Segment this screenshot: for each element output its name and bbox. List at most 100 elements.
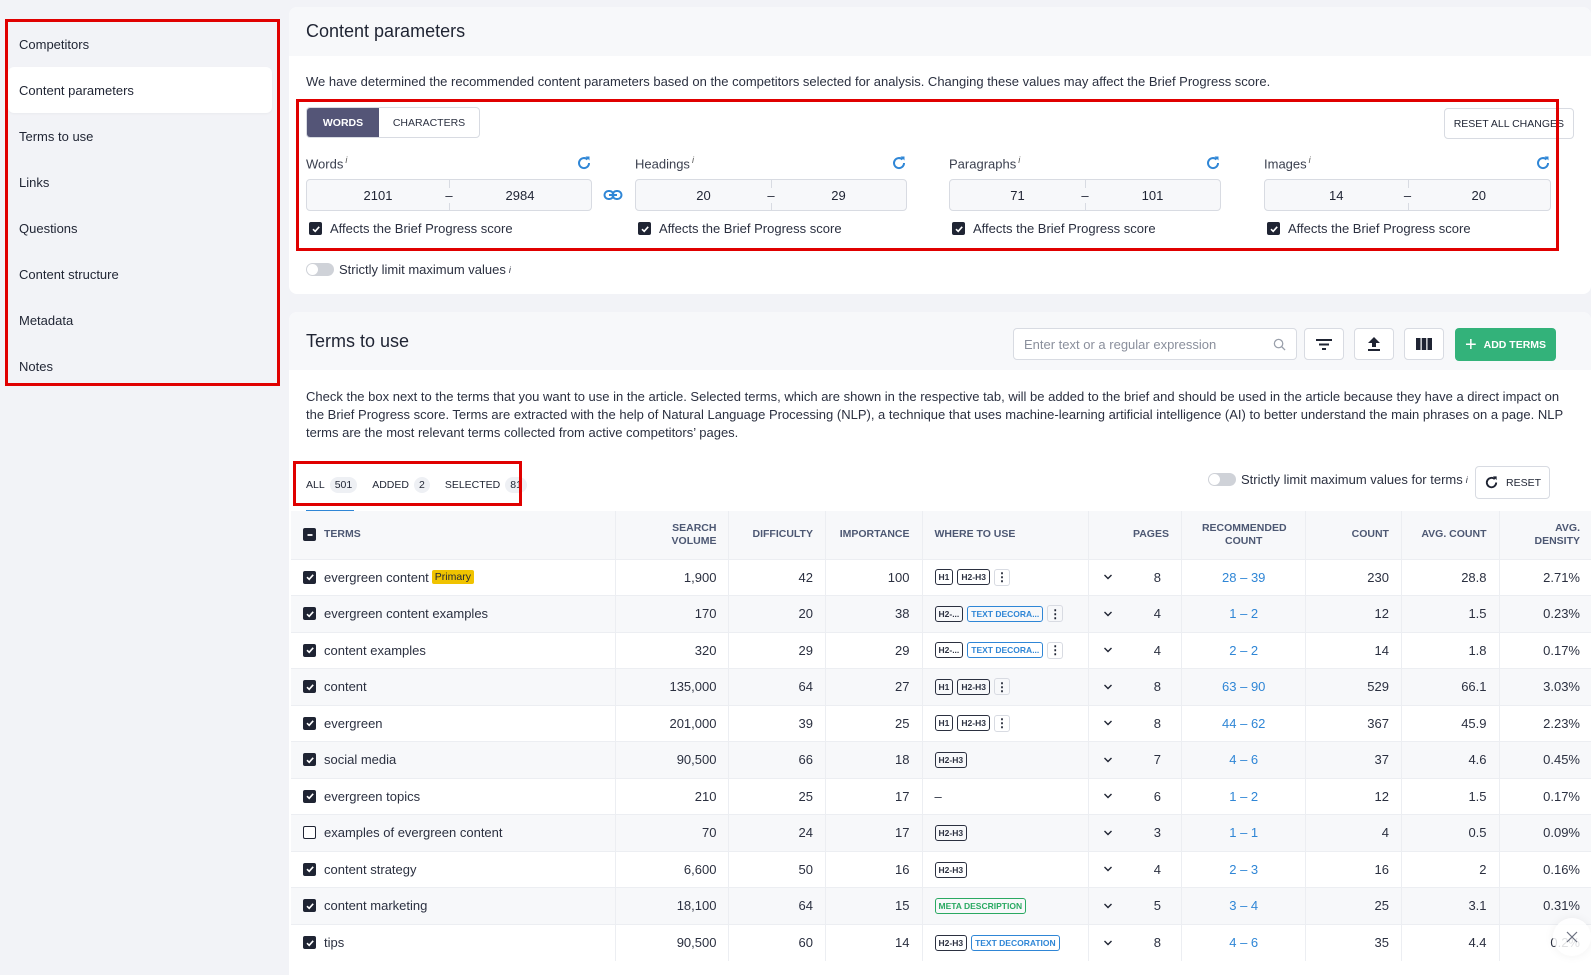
export-button[interactable] — [1354, 328, 1394, 360]
term-checkbox[interactable] — [303, 899, 316, 913]
column-header-count[interactable]: COUNT — [1305, 511, 1402, 559]
recommended-count-link[interactable]: 2 – 3 — [1229, 862, 1258, 877]
term-checkbox[interactable] — [303, 789, 316, 803]
sidebar-item-metadata[interactable]: Metadata — [8, 297, 272, 343]
tab-selected[interactable]: SELECTED 81 — [445, 477, 527, 493]
refresh-icon[interactable] — [1535, 155, 1551, 171]
column-header-importance[interactable]: IMPORTANCE — [825, 511, 923, 559]
term-checkbox[interactable] — [303, 753, 316, 767]
range-max-input[interactable]: 101 — [1085, 188, 1220, 203]
chevron-down-icon[interactable] — [1103, 940, 1113, 946]
chevron-down-icon[interactable] — [1103, 684, 1113, 690]
column-header-pages[interactable]: PAGES — [1088, 511, 1182, 559]
term-checkbox[interactable] — [303, 716, 316, 730]
range-min-input[interactable]: 20 — [636, 188, 771, 203]
recommended-count-link[interactable]: 2 – 2 — [1229, 643, 1258, 658]
reset-all-changes-button[interactable]: RESET ALL CHANGES — [1443, 108, 1574, 139]
more-options-icon[interactable]: ⋮ — [993, 568, 1010, 586]
sidebar-item-notes[interactable]: Notes — [8, 343, 272, 389]
column-header-where-to-use[interactable]: WHERE TO USE — [922, 511, 1089, 559]
range-min-input[interactable]: 14 — [1265, 188, 1408, 203]
recommended-count-link[interactable]: 44 – 62 — [1222, 716, 1265, 731]
strict-limit-toggle[interactable] — [306, 263, 334, 276]
info-icon[interactable]: i — [345, 155, 347, 165]
characters-mode-button[interactable]: CHARACTERS — [379, 108, 479, 137]
more-options-icon[interactable]: ⋮ — [1047, 605, 1064, 623]
sidebar-item-content-structure[interactable]: Content structure — [8, 251, 272, 297]
terms-search-input[interactable] — [1024, 336, 1273, 352]
column-header-recommended-count[interactable]: RECOMMENDED COUNT — [1181, 511, 1307, 559]
chevron-down-icon[interactable] — [1103, 647, 1113, 653]
sidebar-item-content-parameters[interactable]: Content parameters — [8, 67, 272, 113]
term-checkbox[interactable] — [303, 826, 316, 840]
term-checkbox[interactable] — [303, 862, 316, 876]
range-max-input[interactable]: 20 — [1408, 188, 1551, 203]
chevron-down-icon[interactable] — [1103, 903, 1113, 909]
recommended-count-link[interactable]: 4 – 6 — [1229, 752, 1258, 767]
recommended-count-link[interactable]: 63 – 90 — [1222, 679, 1265, 694]
term-checkbox[interactable] — [303, 570, 316, 584]
more-options-icon[interactable]: ⋮ — [993, 714, 1010, 732]
term-checkbox[interactable] — [303, 607, 316, 621]
chevron-down-icon[interactable] — [1103, 611, 1113, 617]
add-terms-button[interactable]: + ADD TERMS — [1455, 328, 1556, 361]
column-header-search-volume[interactable]: SEARCH VOLUME — [615, 511, 730, 559]
search-volume-cell: 18,100 — [615, 887, 730, 924]
sidebar-item-links[interactable]: Links — [8, 159, 272, 205]
column-header-avg-count[interactable]: AVG. COUNT — [1401, 511, 1500, 559]
recommended-count-link[interactable]: 1 – 2 — [1229, 606, 1258, 621]
reset-terms-button[interactable]: RESET — [1475, 466, 1550, 499]
refresh-icon[interactable] — [1205, 155, 1221, 171]
tab-all[interactable]: ALL 501 — [306, 477, 358, 493]
info-icon[interactable]: i — [509, 265, 511, 275]
words-mode-button[interactable]: WORDS — [307, 108, 379, 137]
term-checkbox[interactable] — [303, 643, 316, 657]
link-ranges-icon[interactable] — [603, 188, 623, 202]
refresh-icon[interactable] — [891, 155, 907, 171]
refresh-icon[interactable] — [576, 155, 592, 171]
affects-score-checkbox[interactable] — [1267, 222, 1280, 235]
strict-terms-toggle[interactable] — [1208, 473, 1236, 486]
affects-score-checkbox[interactable] — [309, 222, 322, 235]
range-max-input[interactable]: 2984 — [449, 188, 591, 203]
chevron-down-icon[interactable] — [1103, 793, 1113, 799]
sidebar-item-competitors[interactable]: Competitors — [8, 21, 272, 67]
affects-score-checkbox[interactable] — [952, 222, 965, 235]
column-header-terms[interactable]: TERMS — [291, 511, 617, 559]
content-parameters-description: We have determined the recommended conte… — [306, 74, 1271, 89]
filter-button[interactable] — [1304, 328, 1344, 360]
terms-search-field[interactable] — [1013, 328, 1297, 360]
column-header-difficulty[interactable]: DIFFICULTY — [728, 511, 826, 559]
affects-score-checkbox[interactable] — [638, 222, 651, 235]
info-icon[interactable]: i — [692, 155, 694, 165]
recommended-count-link[interactable]: 1 – 2 — [1229, 789, 1258, 804]
info-icon[interactable]: i — [1309, 155, 1311, 165]
range-min-input[interactable]: 71 — [950, 188, 1085, 203]
recommended-count-link[interactable]: 4 – 6 — [1229, 935, 1258, 950]
recommended-count-link[interactable]: 1 – 1 — [1229, 825, 1258, 840]
difficulty-cell: 25 — [728, 777, 826, 815]
term-checkbox[interactable] — [303, 936, 316, 949]
more-options-icon[interactable]: ⋮ — [993, 678, 1010, 696]
close-float-button[interactable] — [1553, 918, 1591, 956]
chevron-down-icon[interactable] — [1103, 866, 1113, 872]
tab-added[interactable]: ADDED 2 — [372, 477, 430, 493]
where-to-use-cell: H2-H3 — [922, 814, 1089, 851]
sidebar-item-questions[interactable]: Questions — [8, 205, 272, 251]
term-checkbox[interactable] — [303, 680, 316, 694]
chevron-down-icon[interactable] — [1103, 720, 1113, 726]
range-max-input[interactable]: 29 — [771, 188, 906, 203]
column-header-avg-density[interactable]: AVG. DENSITY — [1499, 511, 1591, 559]
columns-button[interactable] — [1404, 328, 1444, 360]
more-options-icon[interactable]: ⋮ — [1047, 641, 1064, 659]
range-min-input[interactable]: 2101 — [307, 188, 449, 203]
info-icon[interactable]: i — [1018, 155, 1020, 165]
recommended-count-link[interactable]: 28 – 39 — [1222, 570, 1265, 585]
recommended-count-link[interactable]: 3 – 4 — [1229, 898, 1258, 913]
chevron-down-icon[interactable] — [1103, 830, 1113, 836]
info-icon[interactable]: i — [1466, 475, 1468, 485]
select-all-checkbox[interactable] — [303, 528, 316, 542]
sidebar-item-terms-to-use[interactable]: Terms to use — [8, 113, 272, 159]
chevron-down-icon[interactable] — [1103, 757, 1113, 763]
chevron-down-icon[interactable] — [1103, 574, 1113, 580]
